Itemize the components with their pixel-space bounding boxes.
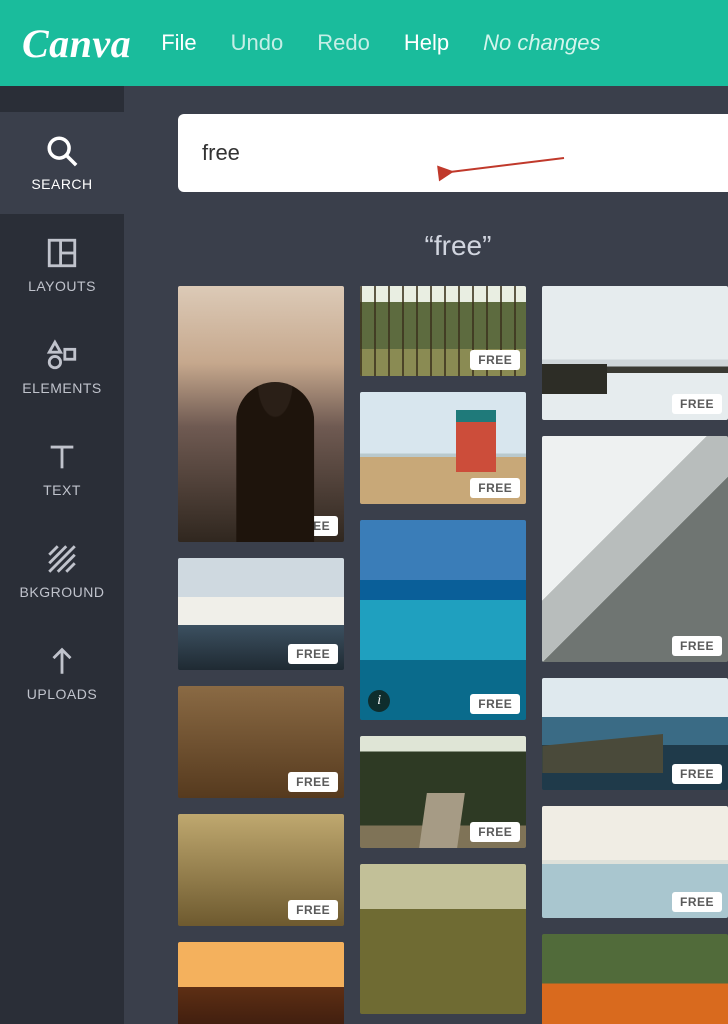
- uploads-icon: [45, 644, 79, 678]
- background-icon: [45, 542, 79, 576]
- free-badge: FREE: [288, 516, 338, 536]
- sidebar-tab-background[interactable]: BKGROUND: [0, 520, 124, 622]
- menu-file[interactable]: File: [161, 30, 196, 56]
- sidebar-label: UPLOADS: [27, 686, 97, 702]
- gallery-column: FREE FREE i FREE FREE: [360, 286, 526, 1024]
- elements-icon: [45, 338, 79, 372]
- result-card[interactable]: [360, 864, 526, 1014]
- result-card[interactable]: FREE: [178, 942, 344, 1024]
- search-panel: “free” FREE FREE FREE FREE FREE: [124, 86, 728, 1024]
- sidebar-tab-search[interactable]: SEARCH: [0, 112, 124, 214]
- free-badge: FREE: [470, 694, 520, 714]
- sidebar-label: SEARCH: [31, 176, 92, 192]
- menu-help[interactable]: Help: [404, 30, 449, 56]
- result-card[interactable]: FREE: [178, 686, 344, 798]
- free-badge: FREE: [470, 350, 520, 370]
- search-box[interactable]: [178, 114, 728, 192]
- menu-redo[interactable]: Redo: [317, 30, 370, 56]
- result-card[interactable]: FREE: [542, 286, 728, 420]
- free-badge: FREE: [672, 394, 722, 414]
- results-gallery: FREE FREE FREE FREE FREE FREE: [178, 286, 728, 1024]
- free-badge: FREE: [672, 636, 722, 656]
- sidebar-tab-uploads[interactable]: UPLOADS: [0, 622, 124, 724]
- sidebar-label: LAYOUTS: [28, 278, 96, 294]
- result-card[interactable]: FREE: [360, 392, 526, 504]
- free-badge: FREE: [672, 892, 722, 912]
- result-card[interactable]: FREE: [178, 814, 344, 926]
- annotation-arrow: [444, 154, 574, 189]
- results-title: “free”: [178, 230, 728, 262]
- text-icon: [45, 440, 79, 474]
- gallery-column: FREE FREE FREE FREE FREE: [178, 286, 344, 1024]
- free-badge: FREE: [288, 644, 338, 664]
- sidebar-tab-elements[interactable]: ELEMENTS: [0, 316, 124, 418]
- result-card[interactable]: FREE: [542, 436, 728, 662]
- sidebar-tab-text[interactable]: TEXT: [0, 418, 124, 520]
- free-badge: FREE: [288, 900, 338, 920]
- result-card[interactable]: FREE: [360, 736, 526, 848]
- main-area: SEARCH LAYOUTS ELEMENTS TEXT BKGROUND: [0, 86, 728, 1024]
- search-icon: [45, 134, 79, 168]
- gallery-column: FREE FREE FREE FREE: [542, 286, 728, 1024]
- free-badge: FREE: [672, 764, 722, 784]
- layouts-icon: [45, 236, 79, 270]
- sidebar: SEARCH LAYOUTS ELEMENTS TEXT BKGROUND: [0, 86, 124, 1024]
- free-badge: FREE: [288, 772, 338, 792]
- app-logo: Canva: [22, 20, 131, 67]
- sidebar-label: TEXT: [43, 482, 81, 498]
- free-badge: FREE: [470, 822, 520, 842]
- sidebar-label: BKGROUND: [20, 584, 105, 600]
- result-card[interactable]: FREE: [542, 806, 728, 918]
- result-card[interactable]: FREE: [178, 286, 344, 542]
- result-card[interactable]: FREE: [542, 678, 728, 790]
- free-badge: FREE: [470, 478, 520, 498]
- result-card[interactable]: i FREE: [360, 520, 526, 720]
- info-icon[interactable]: i: [368, 690, 390, 712]
- result-card[interactable]: FREE: [360, 286, 526, 376]
- menu-undo[interactable]: Undo: [231, 30, 284, 56]
- top-bar: Canva File Undo Redo Help No changes: [0, 0, 728, 86]
- save-status: No changes: [483, 30, 600, 56]
- top-menu: File Undo Redo Help No changes: [161, 30, 600, 56]
- sidebar-tab-layouts[interactable]: LAYOUTS: [0, 214, 124, 316]
- result-card[interactable]: FREE: [178, 558, 344, 670]
- sidebar-label: ELEMENTS: [22, 380, 101, 396]
- result-card[interactable]: [542, 934, 728, 1024]
